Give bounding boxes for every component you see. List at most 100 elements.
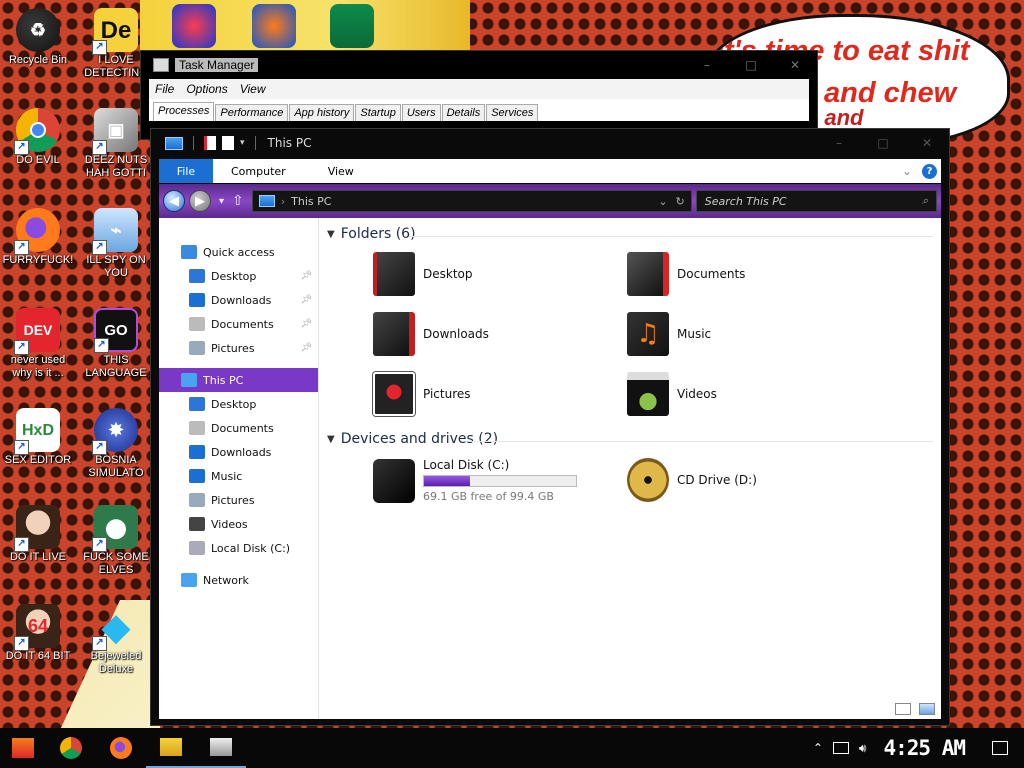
customize-quick-access-icon[interactable]: ▾ [240, 138, 245, 148]
close-button[interactable]: ✕ [905, 136, 949, 150]
group-folders[interactable]: ▼ Folders (6) [327, 226, 416, 242]
pin-icon: 📌︎ [300, 271, 312, 281]
folder-videos[interactable]: Videos [627, 372, 717, 416]
network-tray-icon[interactable] [832, 742, 849, 754]
large-icons-view-icon[interactable] [919, 703, 935, 715]
nav-item[interactable]: Downloads [159, 440, 318, 464]
nav-item[interactable]: Music [159, 464, 318, 488]
ribbon-tab-view[interactable]: View [310, 165, 378, 178]
desktop-icon-spy[interactable]: ⌁ ILL SPY ON YOU [80, 208, 152, 280]
hxd-editor-icon: HxD [14, 408, 60, 455]
tab-processes[interactable]: Processes [153, 102, 215, 121]
tab-services[interactable]: Services [486, 104, 539, 121]
nav-item[interactable]: Quick access [159, 240, 318, 264]
expand-ribbon-icon[interactable]: ⌄ [902, 164, 912, 178]
task-manager-titlebar[interactable]: Task Manager – □ ✕ [141, 51, 817, 79]
tab-details[interactable]: Details [441, 104, 486, 121]
nav-item[interactable]: Videos [159, 512, 318, 536]
desktop-icon-recycle-bin[interactable]: ♻ Recycle Bin [2, 8, 74, 67]
desktop-icon-bosnia[interactable]: ✸ BOSNIA SIMULATO [80, 408, 152, 480]
desktop-icon-do-evil[interactable]: DO EVIL [2, 108, 74, 167]
folder-desktop[interactable]: Desktop [373, 252, 473, 296]
details-view-icon[interactable] [895, 703, 911, 715]
minimize-button[interactable]: – [817, 136, 861, 150]
nav-item[interactable]: Desktop 📌︎ [159, 264, 318, 288]
folder-pictures[interactable]: Pictures [373, 372, 471, 416]
desktop-icon-top-3[interactable] [330, 4, 374, 48]
tab-performance[interactable]: Performance [215, 104, 289, 121]
collapse-chevron-icon[interactable]: ▼ [327, 229, 335, 240]
desktop-icon-label: DO EVIL [16, 154, 60, 166]
new-folder-icon[interactable] [222, 136, 234, 150]
maximize-button[interactable]: □ [729, 58, 773, 72]
desktop-icon-64bit[interactable]: 64 DO IT 64 BIT [2, 604, 74, 663]
desktop-icon-top-1[interactable] [172, 4, 216, 48]
nav-item[interactable]: Pictures [159, 488, 318, 512]
breadcrumb-this-pc[interactable]: This PC [291, 195, 331, 208]
breadcrumb-chevron-icon[interactable]: › [281, 195, 285, 208]
nav-item[interactable]: Documents [159, 416, 318, 440]
back-arrow-icon[interactable]: ◀ [163, 190, 185, 212]
desktop-icon-furry[interactable]: FURRYFUCK! [2, 208, 74, 267]
drive-local-disk-c[interactable]: Local Disk (C:) 69.1 GB free of 99.4 GB [373, 458, 577, 503]
tab-users[interactable]: Users [401, 104, 441, 121]
desktop-icon-label: Recycle Bin [8, 54, 68, 66]
nav-item[interactable]: Documents 📌︎ [159, 312, 318, 336]
nav-item[interactable]: Desktop [159, 392, 318, 416]
nav-item[interactable]: Downloads 📌︎ [159, 288, 318, 312]
menu-view[interactable]: View [234, 82, 272, 96]
maximize-button[interactable]: □ [861, 136, 905, 150]
recent-locations-icon[interactable]: ▾ [219, 196, 224, 207]
close-button[interactable]: ✕ [773, 58, 817, 72]
drive-cd-d[interactable]: CD Drive (D:) [627, 458, 757, 502]
desktop-icon-label: DEEZ NUTS HAH GOTTI [84, 154, 148, 179]
volume-icon[interactable]: 🔊︎ [859, 741, 867, 756]
nav-item[interactable]: Network [159, 568, 318, 592]
search-input[interactable]: Search This PC ⌕ [695, 190, 937, 212]
minimize-button[interactable]: – [685, 58, 729, 72]
notifications-icon[interactable] [992, 741, 1008, 755]
desktop-icon-label: FUCK SOME ELVES [83, 551, 149, 576]
desktop-icon-elves[interactable]: FUCK SOME ELVES [80, 505, 152, 577]
menu-file[interactable]: File [149, 82, 180, 96]
clock[interactable]: 4:25 AM [883, 736, 966, 760]
taskbar-task-manager[interactable] [196, 728, 246, 768]
start-button[interactable] [0, 728, 46, 768]
up-arrow-icon[interactable]: ⇧ [232, 193, 244, 209]
help-icon[interactable]: ? [922, 163, 937, 179]
refresh-icon[interactable]: ↻ [676, 195, 685, 208]
desktop-icon-top-2[interactable] [252, 4, 296, 48]
address-dropdown-icon[interactable]: ⌄ [658, 195, 667, 208]
explorer-titlebar[interactable]: ▾ This PC – □ ✕ [151, 129, 949, 157]
menu-options[interactable]: Options [180, 82, 233, 96]
taskbar-chrome[interactable] [46, 728, 96, 768]
folder-documents[interactable]: Documents [627, 252, 745, 296]
collapse-chevron-icon[interactable]: ▼ [327, 434, 335, 445]
nav-item[interactable]: Local Disk (C:) [159, 536, 318, 560]
address-input[interactable]: › This PC ⌄ ↻ [251, 190, 692, 212]
properties-icon[interactable] [204, 136, 216, 150]
tab-startup[interactable]: Startup [355, 104, 401, 121]
group-divider [469, 441, 933, 442]
group-devices[interactable]: ▼ Devices and drives (2) [327, 431, 498, 447]
desktop-icon-go[interactable]: GO THIS LANGUAGE [80, 308, 152, 380]
taskbar-firefox[interactable] [96, 728, 146, 768]
desktop-icon-bejeweled[interactable]: ◆ Bejeweled Deluxe [80, 604, 152, 676]
tab-app-history[interactable]: App history [289, 104, 355, 121]
desktop-icon-devcpp[interactable]: DEV never used why is it ... [2, 308, 74, 380]
ribbon-file-tab[interactable]: File [159, 159, 213, 183]
task-manager-window[interactable]: Task Manager – □ ✕ File Options View Pro… [140, 50, 818, 140]
desktop-icon-do-it-live[interactable]: DO IT LIVE [2, 505, 74, 564]
file-explorer-window[interactable]: ▾ This PC – □ ✕ File Computer View ⌄ ? ◀… [150, 128, 950, 726]
desktop-icon-hxd[interactable]: HxD SEX EDITOR [2, 408, 74, 467]
taskbar-file-explorer[interactable] [146, 728, 196, 768]
forward-arrow-icon[interactable]: ▶ [189, 190, 211, 212]
folder-music[interactable]: ♫ Music [627, 312, 711, 356]
nav-item[interactable]: Pictures 📌︎ [159, 336, 318, 360]
nav-item-label: Documents [211, 317, 274, 331]
nav-item[interactable]: This PC [159, 368, 318, 392]
folder-downloads[interactable]: Downloads [373, 312, 489, 356]
search-icon[interactable]: ⌕ [922, 194, 928, 208]
tray-overflow-icon[interactable]: ⌃ [813, 741, 823, 755]
ribbon-tab-computer[interactable]: Computer [213, 165, 310, 178]
